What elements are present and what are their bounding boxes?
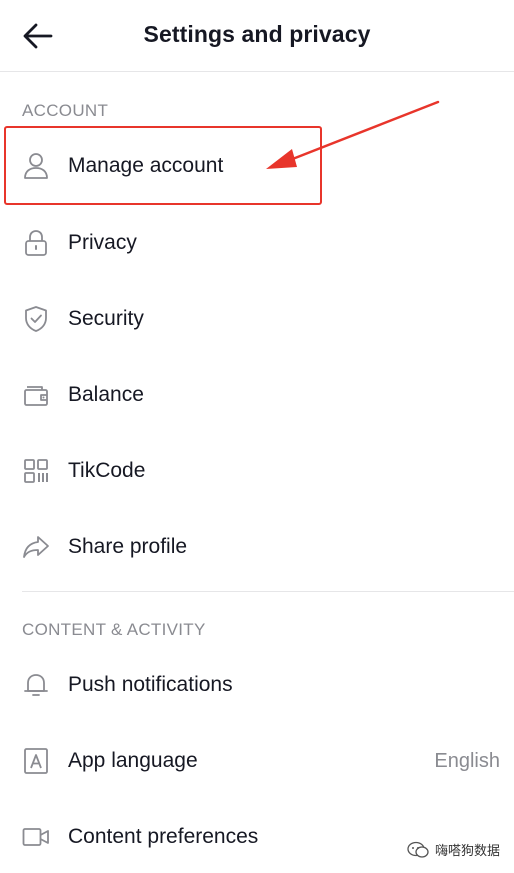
video-camera-icon [22, 823, 50, 851]
menu-item-label: TikCode [68, 459, 146, 482]
menu-item-balance[interactable]: Balance [0, 359, 514, 431]
section-label-content-activity: CONTENT & ACTIVITY [22, 620, 206, 639]
menu-item-tikcode[interactable]: TikCode [0, 435, 514, 507]
menu-item-app-language[interactable]: App language English [0, 725, 514, 797]
bell-icon [22, 671, 50, 699]
menu-item-label: Balance [68, 383, 144, 406]
menu-item-label: Content preferences [68, 825, 259, 848]
shield-icon [22, 305, 50, 333]
menu-item-label: App language [68, 749, 198, 772]
settings-page: Settings and privacy ACCOUNT Manage acco… [0, 0, 514, 873]
top-bar: Settings and privacy [0, 0, 514, 72]
menu-item-content-preferences[interactable]: Content preferences [0, 801, 514, 873]
language-value: English [434, 749, 500, 772]
menu-item-privacy[interactable]: Privacy [0, 207, 514, 279]
section-divider [22, 591, 514, 592]
menu-item-share-profile[interactable]: Share profile [0, 511, 514, 583]
menu-item-label: Manage account [68, 154, 224, 177]
menu-item-label: Push notifications [68, 673, 233, 696]
language-icon [22, 747, 50, 775]
menu-item-security[interactable]: Security [0, 283, 514, 355]
page-title: Settings and privacy [143, 21, 371, 47]
wallet-icon [22, 381, 50, 409]
menu-item-manage-account[interactable]: Manage account [0, 130, 514, 202]
menu-item-label: Security [68, 307, 144, 330]
menu-item-push-notifications[interactable]: Push notifications [0, 649, 514, 721]
qr-code-icon [22, 457, 50, 485]
section-label-account: ACCOUNT [22, 101, 109, 120]
lock-icon [22, 229, 50, 257]
person-icon [22, 152, 50, 180]
watermark-text: 嗨嗒狗数据 [434, 843, 500, 858]
menu-item-label: Share profile [68, 535, 188, 558]
watermark: 嗨嗒狗数据 [407, 840, 500, 859]
wechat-icon [407, 841, 429, 858]
share-arrow-icon [22, 533, 50, 561]
menu-item-label: Privacy [68, 231, 137, 254]
